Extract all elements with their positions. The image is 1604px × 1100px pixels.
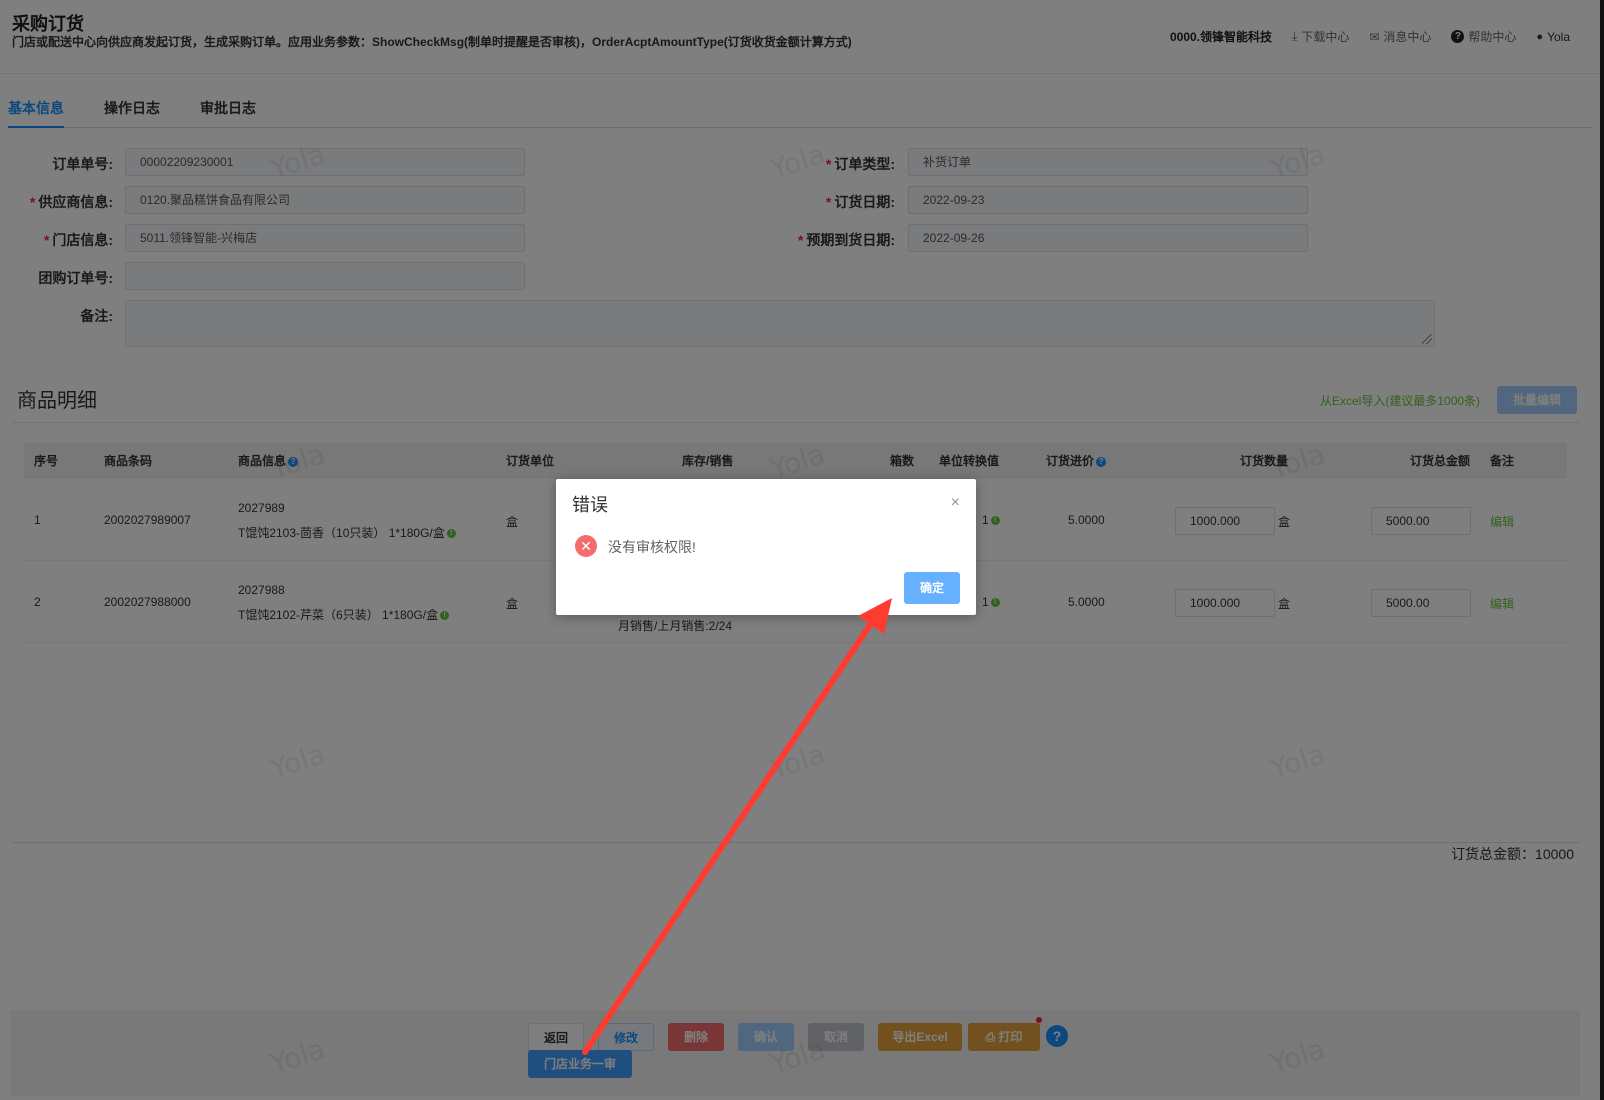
dialog-message: 没有审核权限!	[608, 539, 696, 555]
dialog-title: 错误	[572, 495, 608, 515]
ok-button[interactable]: 确定	[904, 572, 960, 604]
error-icon: ✕	[575, 535, 597, 557]
error-dialog: 错误 × ✕ 没有审核权限! 确定	[556, 479, 976, 615]
window-edge	[1600, 0, 1604, 1100]
close-icon[interactable]: ×	[951, 495, 960, 511]
